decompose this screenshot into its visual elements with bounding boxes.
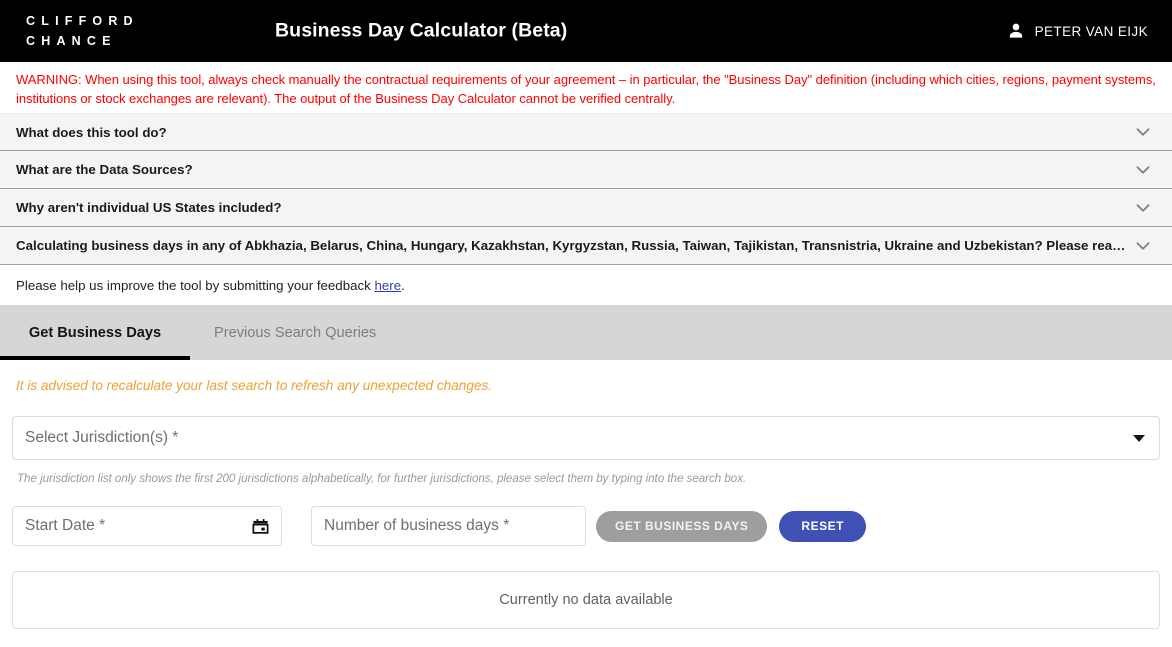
start-date-input[interactable]: Start Date *: [12, 506, 282, 546]
get-business-days-button[interactable]: GET BUSINESS DAYS: [596, 510, 768, 542]
app-header: CLIFFORD CHANCE Business Day Calculator …: [0, 0, 1172, 62]
recalculate-advice: It is advised to recalculate your last s…: [16, 378, 493, 393]
accordion-label: What are the Data Sources?: [16, 162, 193, 177]
brand-logo: CLIFFORD CHANCE: [0, 13, 139, 48]
accordion-item-us-states[interactable]: Why aren't individual US States included…: [0, 189, 1172, 227]
reset-button[interactable]: RESET: [779, 510, 866, 542]
user-name: PETER VAN EIJK: [1034, 23, 1148, 39]
start-date-placeholder: Start Date *: [25, 517, 106, 534]
tab-bar: Get Business Days Previous Search Querie…: [0, 305, 1172, 360]
feedback-link[interactable]: here: [374, 278, 401, 293]
accordion-item-special-jurisdictions[interactable]: Calculating business days in any of Abkh…: [0, 227, 1172, 265]
date-and-days-row: Start Date * Number of business days * G…: [12, 485, 1160, 546]
feedback-text-before: Please help us improve the tool by submi…: [16, 278, 375, 293]
caret-down-icon[interactable]: [1133, 434, 1145, 442]
accordion-label: Why aren't individual US States included…: [16, 200, 282, 215]
jurisdiction-hint: The jurisdiction list only shows the fir…: [17, 472, 747, 485]
business-days-form: Select Jurisdiction(s) * The jurisdictio…: [0, 393, 1172, 546]
person-icon: [1006, 21, 1026, 41]
feedback-text-after: .: [401, 278, 405, 293]
tab-label: Previous Search Queries: [214, 324, 377, 341]
accordion-label: Calculating business days in any of Abkh…: [16, 238, 1132, 253]
feedback-line: Please help us improve the tool by submi…: [0, 265, 1172, 305]
faq-accordion-list: What does this tool do? What are the Dat…: [0, 113, 1172, 265]
tab-get-business-days[interactable]: Get Business Days: [0, 305, 190, 360]
jurisdiction-row: Select Jurisdiction(s) * The jurisdictio…: [12, 393, 1160, 485]
warning-banner: WARNING: When using this tool, always ch…: [16, 72, 1156, 106]
accordion-item-data-sources[interactable]: What are the Data Sources?: [0, 151, 1172, 189]
tab-previous-search-queries[interactable]: Previous Search Queries: [190, 305, 400, 360]
tab-label: Get Business Days: [28, 324, 162, 341]
business-days-input[interactable]: Number of business days *: [311, 506, 586, 546]
jurisdiction-select[interactable]: Select Jurisdiction(s) *: [12, 416, 1160, 460]
brand-line-1: CLIFFORD: [26, 13, 139, 28]
jurisdiction-placeholder: Select Jurisdiction(s) *: [25, 429, 179, 446]
chevron-down-icon[interactable]: [1132, 159, 1154, 181]
business-days-placeholder: Number of business days *: [324, 517, 510, 534]
brand-line-2: CHANCE: [26, 34, 117, 48]
results-panel: Currently no data available: [12, 571, 1160, 629]
chevron-down-icon[interactable]: [1132, 121, 1154, 143]
chevron-down-icon[interactable]: [1132, 235, 1154, 257]
results-empty-message: Currently no data available: [499, 592, 673, 608]
page-title: Business Day Calculator (Beta): [275, 19, 568, 42]
chevron-down-icon[interactable]: [1132, 197, 1154, 219]
user-menu[interactable]: PETER VAN EIJK: [1006, 21, 1148, 41]
accordion-label: What does this tool do?: [16, 124, 167, 140]
calendar-icon[interactable]: [251, 517, 270, 536]
accordion-item-tool-purpose[interactable]: What does this tool do?: [0, 113, 1172, 151]
